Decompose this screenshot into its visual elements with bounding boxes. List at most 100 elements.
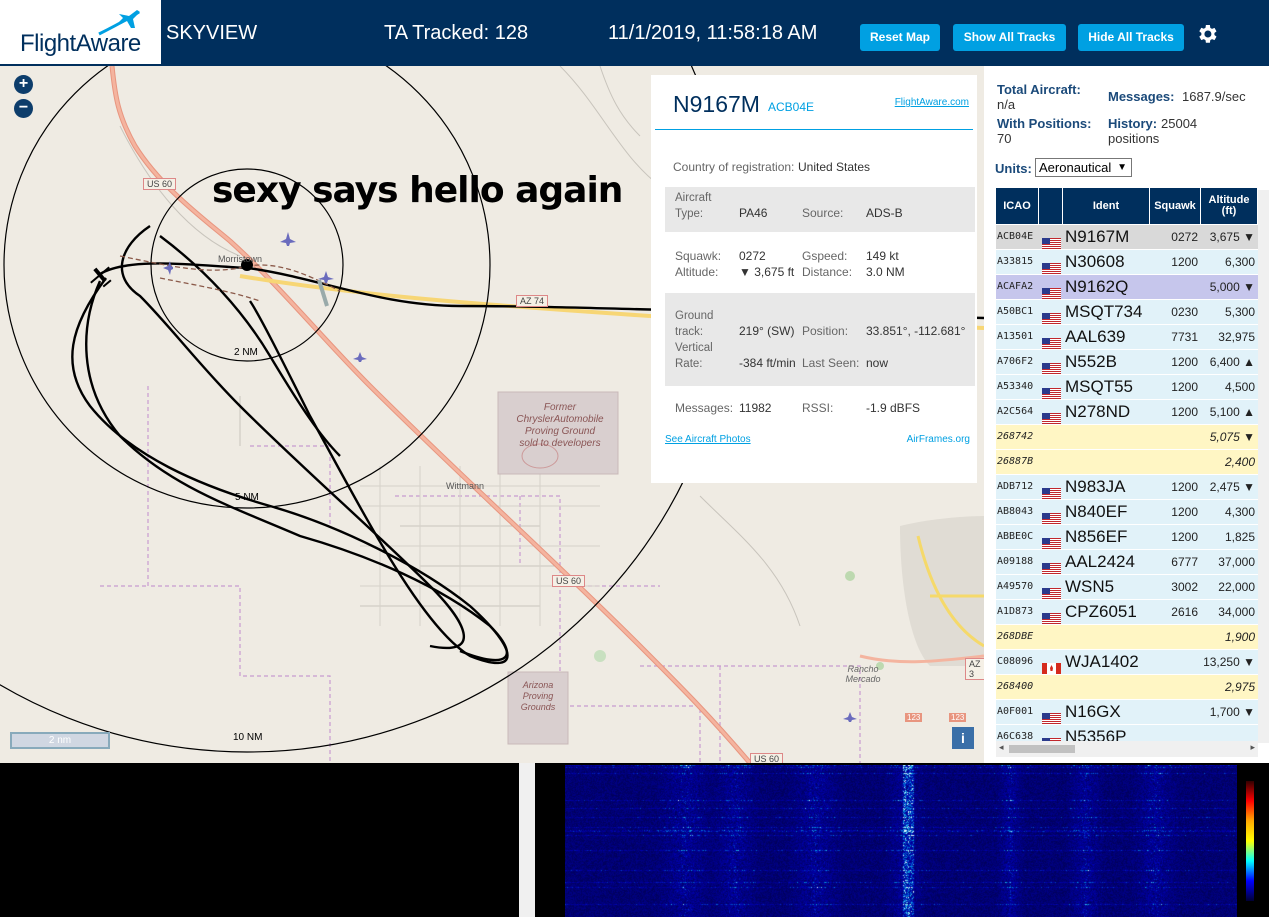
cell-squawk: 1200 xyxy=(1171,355,1198,369)
col-header-ident[interactable]: Ident xyxy=(1063,188,1150,224)
us-flag-icon xyxy=(1042,608,1061,624)
pane-divider[interactable] xyxy=(519,763,535,917)
us-flag-icon xyxy=(1042,408,1061,424)
map-number-label: 123 xyxy=(949,713,967,722)
show-all-tracks-button[interactable]: Show All Tracks xyxy=(953,24,1066,51)
position-value: 33.851°, -112.681° xyxy=(866,324,966,338)
road-label-us60: US 60 xyxy=(143,178,177,190)
spectrum-waterfall xyxy=(565,765,1237,917)
range-label-5nm: 5 NM xyxy=(235,492,259,503)
table-row[interactable]: ACB04E N9167M 0272 3,675 ▼ xyxy=(996,225,1258,250)
popup-hex[interactable]: ACB04E xyxy=(768,100,814,114)
source-value: ADS-B xyxy=(866,206,903,220)
gspeed-value: 149 kt xyxy=(866,249,899,263)
dropdown-arrow-icon: ▼ xyxy=(1117,162,1127,173)
plane-logo-icon xyxy=(98,10,140,36)
table-row[interactable]: 26887B 2,400 xyxy=(996,450,1258,475)
airframes-link[interactable]: AirFrames.org xyxy=(907,434,970,445)
datetime: 11/1/2019, 11:58:18 AM xyxy=(608,22,818,44)
cell-ident: MSQT734 xyxy=(1065,302,1143,321)
cell-altitude: 32,975 xyxy=(1218,330,1255,344)
scroll-left-icon[interactable]: ◂ xyxy=(999,742,1004,753)
info-button[interactable]: i xyxy=(952,727,974,749)
table-row[interactable]: C08096 WJA1402 13,250 ▼ xyxy=(996,650,1258,675)
flightaware-logo[interactable]: FlightAware xyxy=(0,0,161,66)
table-row[interactable]: ABBE0C N856EF 1200 1,825 xyxy=(996,525,1258,550)
table-row[interactable]: A50BC1 MSQT734 0230 5,300 xyxy=(996,300,1258,325)
cell-altitude: 5,100 ▲ xyxy=(1209,405,1255,419)
place-label-rancho-mercado: Rancho Mercado xyxy=(845,664,881,684)
cell-squawk: 1200 xyxy=(1171,530,1198,544)
col-header-icao[interactable]: ICAO xyxy=(996,188,1039,224)
squawk-value: 0272 xyxy=(739,249,766,263)
aircraft-photos-link[interactable]: See Aircraft Photos xyxy=(665,434,751,445)
cell-squawk: 1200 xyxy=(1171,505,1198,519)
table-row[interactable]: A13501 AAL639 7731 32,975 xyxy=(996,325,1258,350)
table-row[interactable]: A1D873 CPZ6051 2616 34,000 xyxy=(996,600,1258,625)
waterfall-pane xyxy=(535,763,1269,917)
scroll-thumb[interactable] xyxy=(1009,745,1075,753)
us-flag-icon xyxy=(1042,708,1061,724)
cell-icao: ACB04E xyxy=(997,231,1034,242)
units-label: Units: xyxy=(995,161,1032,176)
table-row[interactable]: A2C564 N278ND 1200 5,100 ▲ xyxy=(996,400,1258,425)
cell-altitude: 1,900 xyxy=(1224,630,1255,644)
aircraft-table: ICAO Ident Squawk Altitude (ft) ACB04E N9… xyxy=(996,188,1258,741)
position-label: Position: xyxy=(802,324,849,338)
table-row[interactable]: AB8043 N840EF 1200 4,300 xyxy=(996,500,1258,525)
table-row[interactable]: A33815 N30608 1200 6,300 xyxy=(996,250,1258,275)
cell-icao: A53340 xyxy=(997,381,1034,392)
table-row[interactable]: 268400 2,975 xyxy=(996,675,1258,700)
gear-icon[interactable] xyxy=(1195,22,1219,46)
cell-altitude: 22,000 xyxy=(1218,580,1255,594)
table-row[interactable]: 268742 5,075 ▼ xyxy=(996,425,1258,450)
us-flag-icon xyxy=(1042,333,1061,349)
messages-label: Messages: xyxy=(675,401,734,415)
cell-altitude: 3,675 ▼ xyxy=(1209,230,1255,244)
table-row[interactable]: A0F001 N16GX 1,700 ▼ xyxy=(996,700,1258,725)
table-row[interactable]: ACAFA2 N9162Q 5,000 ▼ xyxy=(996,275,1258,300)
ground-track-label: Ground track: xyxy=(675,310,714,338)
last-seen-label: Last Seen: xyxy=(802,356,860,370)
us-flag-icon xyxy=(1042,308,1061,324)
table-row[interactable]: ADB712 N983JA 1200 2,475 ▼ xyxy=(996,475,1258,500)
col-header-flag[interactable] xyxy=(1039,188,1063,224)
country-value: United States xyxy=(798,160,871,174)
vertical-scrollbar[interactable] xyxy=(1258,190,1269,743)
col-header-squawk[interactable]: Squawk xyxy=(1150,188,1201,224)
cell-squawk: 0230 xyxy=(1171,305,1198,319)
flightaware-link[interactable]: FlightAware.com xyxy=(895,97,969,108)
table-row[interactable]: A53340 MSQT55 1200 4,500 xyxy=(996,375,1258,400)
hide-all-tracks-button[interactable]: Hide All Tracks xyxy=(1078,24,1184,51)
app-title: SKYVIEW xyxy=(166,22,258,44)
cell-squawk: 0272 xyxy=(1171,230,1198,244)
cell-ident: CPZ6051 xyxy=(1065,602,1137,621)
table-row[interactable]: 268DBE 1,900 xyxy=(996,625,1258,650)
cell-icao: A33815 xyxy=(997,256,1034,267)
zoom-in-button[interactable]: + xyxy=(14,75,33,94)
altitude-label: Altitude: xyxy=(675,265,719,279)
horizontal-scrollbar[interactable]: ◂ ▸ xyxy=(996,741,1258,757)
units-select[interactable]: Aeronautical ▼ xyxy=(1035,158,1132,177)
cell-altitude: 6,300 xyxy=(1224,255,1255,269)
reset-map-button[interactable]: Reset Map xyxy=(860,24,940,51)
cell-icao: 268400 xyxy=(997,681,1034,692)
col-header-altitude[interactable]: Altitude (ft) xyxy=(1201,188,1258,224)
table-row[interactable]: A6C638 N5356P xyxy=(996,725,1258,741)
cell-icao: A49570 xyxy=(997,581,1034,592)
squawk-label: Squawk: xyxy=(675,249,722,263)
cell-ident: N5356P xyxy=(1065,727,1127,741)
top-bar: FlightAware SKYVIEW TA Tracked: 128 11/1… xyxy=(0,0,1269,66)
table-row[interactable]: A49570 WSN5 3002 22,000 xyxy=(996,575,1258,600)
cell-altitude: 2,400 xyxy=(1224,455,1255,469)
cell-ident: N278ND xyxy=(1065,402,1131,421)
zoom-out-button[interactable]: − xyxy=(14,99,33,118)
cell-squawk: 3002 xyxy=(1171,580,1198,594)
scroll-right-icon[interactable]: ▸ xyxy=(1250,742,1255,753)
us-flag-icon xyxy=(1042,258,1061,274)
divider xyxy=(655,129,973,130)
cell-squawk: 2616 xyxy=(1171,605,1198,619)
us-flag-icon xyxy=(1042,558,1061,574)
table-row[interactable]: A09188 AAL2424 6777 37,000 xyxy=(996,550,1258,575)
table-row[interactable]: A706F2 N552B 1200 6,400 ▲ xyxy=(996,350,1258,375)
